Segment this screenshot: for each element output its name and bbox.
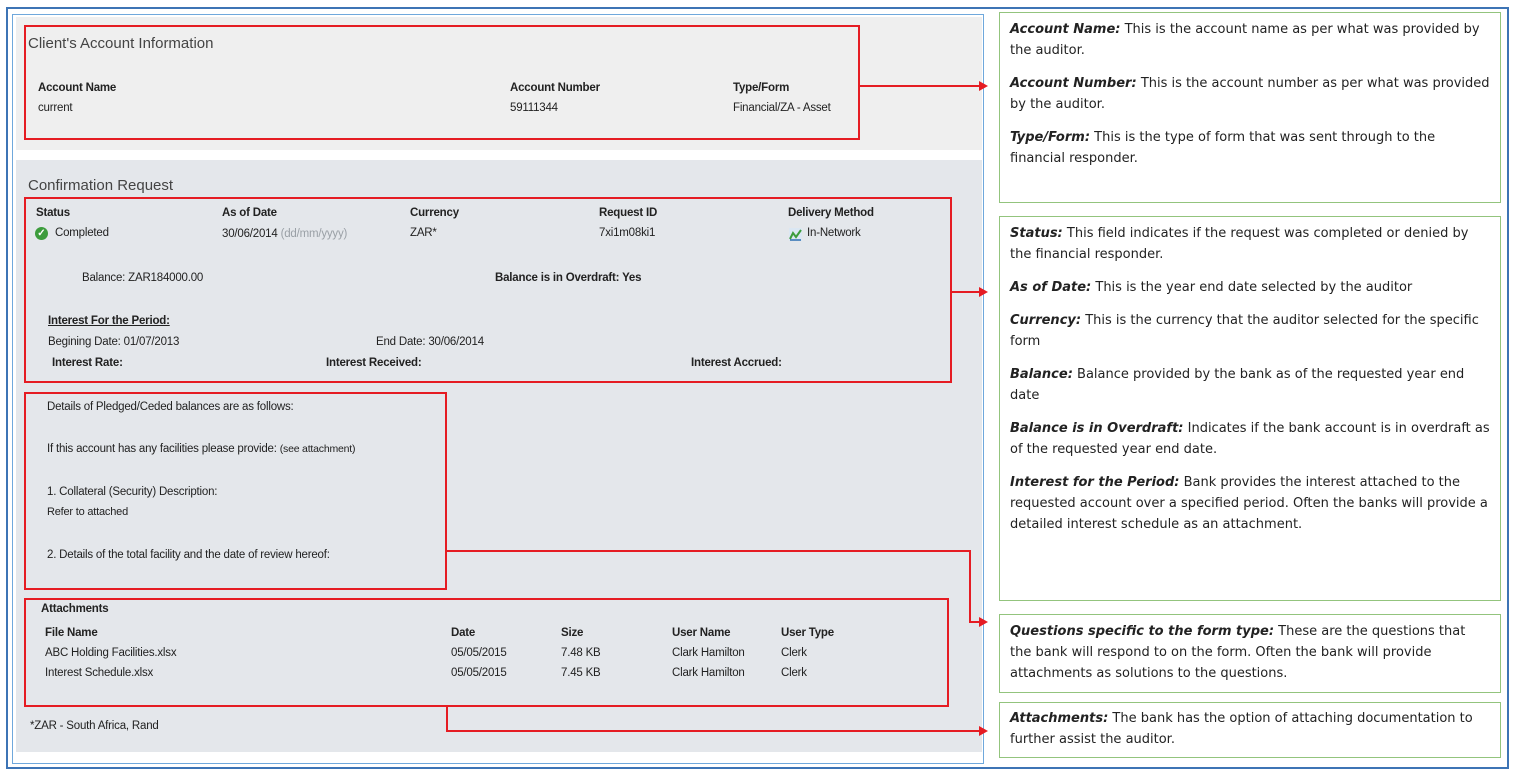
as-of-date-field: 30/06/2014 (dd/mm/yyyy) <box>222 228 347 240</box>
connector-line <box>446 707 448 731</box>
question-pledged: Details of Pledged/Ceded balances are as… <box>47 401 294 413</box>
question-facilities-note: (see attachment) <box>279 443 356 455</box>
arrow-right-icon <box>979 81 988 91</box>
annotation-item: Questions specific to the form type: The… <box>1010 624 1466 681</box>
file-link[interactable]: ABC Holding Facilities.xlsx <box>45 647 177 659</box>
connector-line <box>969 550 971 622</box>
table-row[interactable]: Interest Schedule.xlsx 05/05/2015 7.45 K… <box>45 667 905 685</box>
question-total-facility: 2. Details of the total facility and the… <box>47 549 330 561</box>
connector-line <box>446 730 980 732</box>
annotation-box-attachments: Attachments: The bank has the option of … <box>999 702 1501 758</box>
answer-collateral: Refer to attached <box>47 506 128 518</box>
confirmation-highlight <box>24 197 952 383</box>
file-size: 7.48 KB <box>561 647 601 659</box>
balance-value: Balance: ZAR184000.00 <box>82 272 204 284</box>
delivery-method-value: In-Network <box>807 227 861 239</box>
arrow-right-icon <box>979 726 988 736</box>
annotation-item: Status: This field indicates if the requ… <box>1010 226 1469 262</box>
network-icon <box>789 228 802 241</box>
table-row[interactable]: ABC Holding Facilities.xlsx 05/05/2015 7… <box>45 647 905 665</box>
check-circle-icon: ✓ <box>35 227 48 240</box>
date-format-hint: (dd/mm/yyyy) <box>280 228 348 240</box>
connector-line <box>952 291 980 293</box>
confirmation-title: Confirmation Request <box>28 177 174 194</box>
arrow-right-icon <box>979 287 988 297</box>
account-number-label: Account Number <box>510 82 600 94</box>
annotation-item: Balance is in Overdraft: Indicates if th… <box>1010 421 1490 457</box>
end-date: End Date: 30/06/2014 <box>376 336 484 348</box>
interest-period-title: Interest For the Period: <box>48 315 170 327</box>
request-id-value: 7xi1m08ki1 <box>599 227 656 239</box>
status-label: Status <box>36 207 70 219</box>
interest-received-label: Interest Received: <box>326 357 422 369</box>
annotation-item: Account Name: This is the account name a… <box>1010 22 1480 58</box>
annotation-item: As of Date: This is the year end date se… <box>1010 280 1413 295</box>
file-date: 05/05/2015 <box>451 647 507 659</box>
connector-line <box>860 85 980 87</box>
file-user-type: Clerk <box>781 667 807 679</box>
file-user-type: Clerk <box>781 647 807 659</box>
annotation-item: Account Number: This is the account numb… <box>1010 76 1490 112</box>
account-name-label: Account Name <box>38 82 117 94</box>
overdraft-value: Balance is in Overdraft: Yes <box>495 272 642 284</box>
connector-line <box>447 550 970 552</box>
annotation-item: Balance: Balance provided by the bank as… <box>1010 367 1465 403</box>
interest-accrued-label: Interest Accrued: <box>691 357 782 369</box>
col-date: Date <box>451 627 476 639</box>
annotation-item: Attachments: The bank has the option of … <box>1010 711 1473 747</box>
file-date: 05/05/2015 <box>451 667 507 679</box>
as-of-date-value: 30/06/2014 <box>222 228 278 240</box>
annotation-box-questions: Questions specific to the form type: The… <box>999 614 1501 693</box>
as-of-date-label: As of Date <box>222 207 277 219</box>
file-size: 7.45 KB <box>561 667 601 679</box>
currency-value: ZAR* <box>410 227 437 239</box>
question-facilities: If this account has any facilities pleas… <box>47 443 356 455</box>
attachments-title: Attachments <box>41 603 109 615</box>
annotation-item: Currency: This is the currency that the … <box>1010 313 1479 349</box>
file-link[interactable]: Interest Schedule.xlsx <box>45 667 153 679</box>
request-id-label: Request ID <box>599 207 658 219</box>
file-user-name: Clark Hamilton <box>672 647 745 659</box>
annotation-box-confirmation: Status: This field indicates if the requ… <box>999 216 1501 601</box>
delivery-method-label: Delivery Method <box>788 207 874 219</box>
col-user-type: User Type <box>781 627 834 639</box>
col-file-name: File Name <box>45 627 98 639</box>
annotation-item: Type/Form: This is the type of form that… <box>1010 130 1436 166</box>
begin-date: Begining Date: 01/07/2013 <box>48 336 180 348</box>
file-user-name: Clark Hamilton <box>672 667 745 679</box>
account-info-title: Client's Account Information <box>28 35 214 52</box>
arrow-right-icon <box>979 617 988 627</box>
type-form-value: Financial/ZA - Asset <box>733 102 831 114</box>
annotation-item: Interest for the Period: Bank provides t… <box>1010 475 1488 532</box>
currency-label: Currency <box>410 207 459 219</box>
question-facilities-text: If this account has any facilities pleas… <box>47 443 277 455</box>
annotation-box-account: Account Name: This is the account name a… <box>999 12 1501 203</box>
type-form-label: Type/Form <box>733 82 790 94</box>
status-value: Completed <box>55 227 109 239</box>
account-number-value: 59111344 <box>510 102 558 114</box>
col-user-name: User Name <box>672 627 731 639</box>
col-size: Size <box>561 627 584 639</box>
interest-rate-label: Interest Rate: <box>52 357 123 369</box>
account-name-value: current <box>38 102 73 114</box>
question-collateral: 1. Collateral (Security) Description: <box>47 486 218 498</box>
currency-footnote: *ZAR - South Africa, Rand <box>30 720 159 732</box>
